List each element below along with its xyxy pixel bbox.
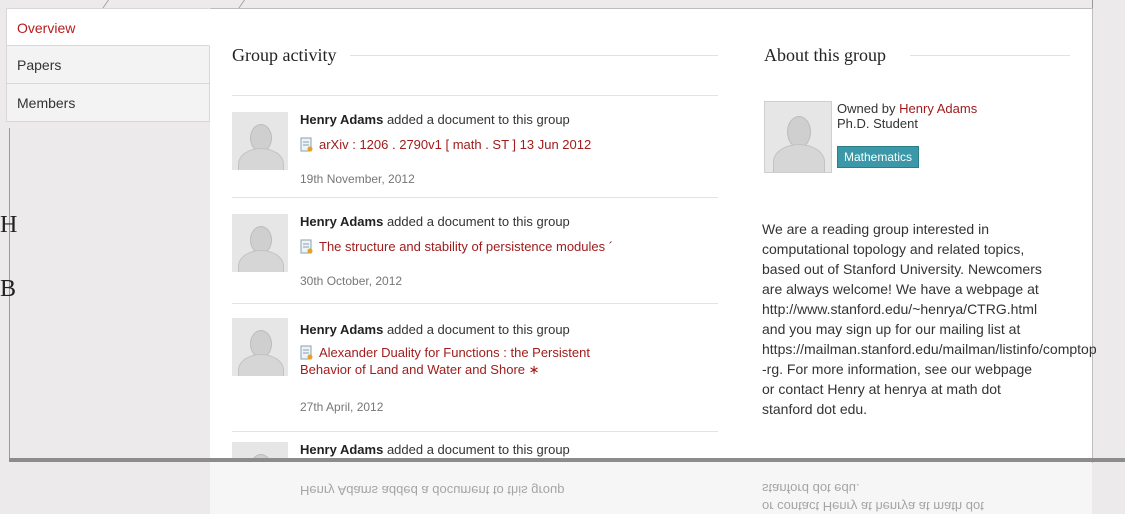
- user-avatar[interactable]: [232, 214, 288, 272]
- avatar-body-shape: [238, 148, 284, 170]
- owned-by-line: Owned by Henry Adams: [837, 101, 977, 116]
- document-title: Alexander Duality for Functions : the Pe…: [300, 345, 590, 377]
- avatar-body-shape: [773, 144, 825, 172]
- group-activity-heading: Group activity: [232, 45, 337, 65]
- screenshot-stage: H B Overview Papers Members Group activi…: [0, 0, 1125, 514]
- group-sidebar-nav: Overview Papers Members: [6, 8, 210, 122]
- activity-text: Henry Adams added a document to this gro…: [300, 214, 570, 229]
- reflection-text: or contact Henry at henrya at math dot: [762, 499, 984, 514]
- tab-overview[interactable]: Overview: [6, 8, 210, 46]
- user-avatar[interactable]: [232, 318, 288, 376]
- description-line: based out of Stanford University. Newcom…: [762, 261, 1042, 277]
- owner-name-link[interactable]: Henry Adams: [899, 101, 977, 116]
- activity-item: Henry Adams added a document to this gro…: [232, 197, 718, 300]
- document-link[interactable]: The structure and stability of persisten…: [300, 238, 613, 255]
- document-icon: [300, 239, 313, 254]
- topic-tag[interactable]: Mathematics: [837, 146, 920, 168]
- activity-date: 27th April, 2012: [300, 400, 384, 414]
- avatar-body-shape: [238, 354, 284, 376]
- document-icon: [300, 137, 313, 152]
- activity-item: Henry Adams added a document to this gro…: [232, 95, 718, 198]
- description-line: or contact Henry at henrya at math dot: [762, 381, 1001, 397]
- activity-date: 19th November, 2012: [300, 172, 415, 186]
- activity-action: added a document to this group: [383, 214, 570, 229]
- activity-date: 30th October, 2012: [300, 274, 403, 288]
- description-line: stanford dot edu.: [762, 401, 868, 417]
- owner-avatar[interactable]: [764, 101, 832, 173]
- user-avatar[interactable]: [232, 112, 288, 170]
- description-line: are always welcome! We have a webpage at: [762, 281, 1039, 297]
- background-letter: H: [0, 212, 19, 238]
- reflection-text: Henry Adams added a document to this gro…: [300, 483, 565, 498]
- activity-text: Henry Adams added a document to this gro…: [300, 112, 570, 127]
- owner-role: Ph.D. Student: [837, 116, 918, 131]
- activity-item: Henry Adams added a document to this gro…: [232, 303, 718, 428]
- about-group-heading: About this group: [764, 45, 887, 65]
- description-line: We are a reading group interested in: [762, 221, 989, 237]
- heading-rule: [350, 55, 718, 56]
- document-link[interactable]: arXiv : 1206 . 2790v1 [ math . ST ] 13 J…: [300, 136, 591, 153]
- avatar-body-shape: [238, 250, 284, 272]
- description-line: https://mailman.stanford.edu/mailman/lis…: [762, 341, 1097, 357]
- activity-user-link[interactable]: Henry Adams: [300, 214, 383, 229]
- reflection-text: stanford dot edu.: [762, 481, 860, 496]
- tab-members[interactable]: Members: [6, 84, 210, 122]
- description-line: -rg. For more information, see our webpa…: [762, 361, 1033, 377]
- activity-user-link[interactable]: Henry Adams: [300, 322, 383, 337]
- document-title: arXiv : 1206 . 2790v1 [ math . ST ] 13 J…: [319, 137, 592, 152]
- description-line: http://www.stanford.edu/~henrya/CTRG.htm…: [762, 301, 1038, 317]
- description-line: computational topology and related topic…: [762, 241, 1025, 257]
- activity-action: added a document to this group: [383, 322, 570, 337]
- group-description: We are a reading group interested in com…: [762, 219, 1112, 419]
- document-link[interactable]: Alexander Duality for Functions : the Pe…: [300, 344, 630, 378]
- owner-info: Owned by Henry Adams Ph.D. Student: [837, 101, 977, 131]
- activity-action: added a document to this group: [383, 112, 570, 127]
- document-title: The structure and stability of persisten…: [319, 239, 614, 254]
- description-line: and you may sign up for our mailing list…: [762, 321, 1021, 337]
- tab-papers[interactable]: Papers: [6, 46, 210, 84]
- activity-user-link[interactable]: Henry Adams: [300, 442, 383, 457]
- background-letter: B: [0, 276, 18, 302]
- reflection-strip: Henry Adams added a document to this gro…: [210, 462, 1092, 514]
- tab-overview-label: Overview: [17, 20, 76, 36]
- horizontal-divider-bar: [9, 458, 1125, 462]
- tab-papers-label: Papers: [17, 57, 62, 73]
- tab-members-label: Members: [17, 95, 76, 111]
- document-icon: [300, 345, 313, 360]
- activity-text: Henry Adams added a document to this gro…: [300, 442, 570, 457]
- activity-user-link[interactable]: Henry Adams: [300, 112, 383, 127]
- main-panel: Group activity Henry Adams added a docum…: [210, 8, 1097, 464]
- heading-rule: [910, 55, 1070, 56]
- activity-text: Henry Adams added a document to this gro…: [300, 322, 570, 337]
- owned-by-prefix: Owned by: [837, 101, 900, 116]
- activity-action: added a document to this group: [383, 442, 570, 457]
